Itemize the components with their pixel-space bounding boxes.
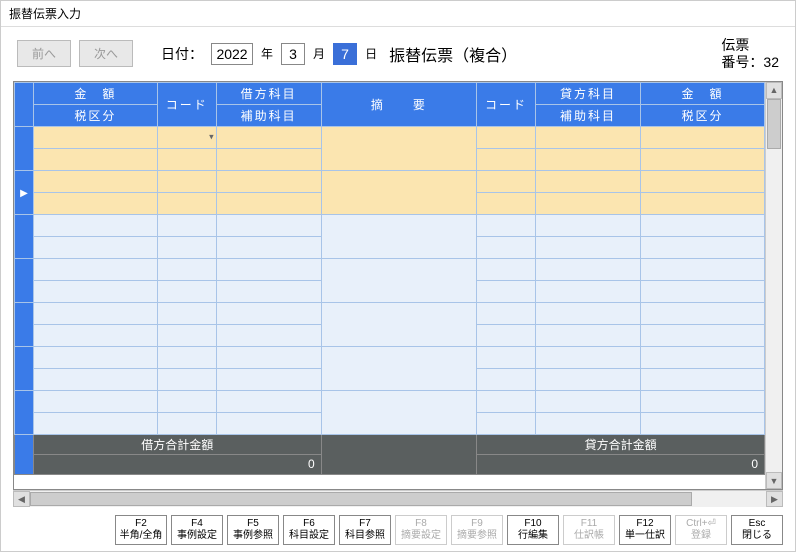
fkey-f10[interactable]: F10行編集	[507, 515, 559, 545]
toolbar: 前へ 次へ 日付： 年 月 日 振替伝票（複合） 伝票 番号：32	[1, 27, 795, 81]
day-unit: 日	[365, 45, 377, 62]
day-input[interactable]	[333, 43, 357, 65]
scroll-left-icon[interactable]: ◀	[13, 491, 30, 507]
header-debit-code: コード	[157, 82, 216, 126]
cell-credit-tax[interactable]	[640, 148, 764, 170]
credit-total-value: 0	[477, 454, 765, 474]
table-row[interactable]	[15, 214, 765, 236]
voucher-number: 伝票 番号：32	[721, 37, 779, 71]
header-credit-subject: 貸方科目	[535, 82, 640, 104]
debit-total-label: 借方合計金額	[33, 434, 321, 454]
function-keys: F2半角/全角F4事例設定F5事例参照F6科目設定F7科目参照F8摘要設定F9摘…	[1, 507, 795, 551]
horizontal-scrollbar[interactable]: ◀ ▶	[13, 490, 783, 507]
cell-credit-subject[interactable]	[535, 126, 640, 148]
cell-credit-code2[interactable]	[477, 148, 536, 170]
table-row[interactable]: ▶	[15, 170, 765, 192]
row-marker: ▶	[15, 170, 34, 214]
table-row[interactable]: ▾	[15, 126, 765, 148]
date-label: 日付：	[161, 44, 203, 64]
scroll-thumb[interactable]	[767, 99, 781, 149]
month-unit: 月	[313, 45, 325, 62]
fkey-f7[interactable]: F7科目参照	[339, 515, 391, 545]
row-marker	[15, 126, 34, 170]
cell-summary[interactable]	[321, 126, 476, 170]
scroll-up-icon[interactable]: ▲	[766, 82, 782, 99]
entry-table: 金 額 コード 借方科目 摘 要 コード 貸方科目 金 額 税区分 補助科目 補…	[14, 82, 765, 475]
header-debit-subject: 借方科目	[216, 82, 321, 104]
grid: 金 額 コード 借方科目 摘 要 コード 貸方科目 金 額 税区分 補助科目 補…	[13, 81, 783, 490]
fkey-f11: F11仕訳帳	[563, 515, 615, 545]
fkey-f4[interactable]: F4事例設定	[171, 515, 223, 545]
cell-credit-sub[interactable]	[535, 148, 640, 170]
empty-rows	[15, 214, 765, 434]
cell-debit-code2[interactable]	[157, 148, 216, 170]
cell-debit-code[interactable]: ▾	[157, 126, 216, 148]
vertical-scrollbar[interactable]: ▲ ▼	[765, 82, 782, 489]
debit-total-value: 0	[33, 454, 321, 474]
month-input[interactable]	[281, 43, 305, 65]
year-input[interactable]	[211, 43, 253, 65]
prev-button[interactable]: 前へ	[17, 40, 71, 67]
fkey-f8: F8摘要設定	[395, 515, 447, 545]
header-marker	[15, 82, 34, 126]
cell-debit-amount[interactable]	[33, 126, 157, 148]
scroll-right-icon[interactable]: ▶	[766, 491, 783, 507]
header-debit-sub: 補助科目	[216, 104, 321, 126]
header-debit-amount: 金 額	[33, 82, 157, 104]
totals: 借方合計金額 貸方合計金額 0 0	[15, 434, 765, 474]
cell-debit-tax[interactable]	[33, 148, 157, 170]
cell-credit-amount[interactable]	[640, 126, 764, 148]
header-credit-amount: 金 額	[640, 82, 764, 104]
header-debit-tax: 税区分	[33, 104, 157, 126]
table-row[interactable]	[15, 302, 765, 324]
fkey-ctrl: Ctrl+⏎登録	[675, 515, 727, 545]
header-credit-tax: 税区分	[640, 104, 764, 126]
fkey-f12[interactable]: F12単一仕訳	[619, 515, 671, 545]
header-credit-code: コード	[477, 82, 536, 126]
fkey-f9: F9摘要参照	[451, 515, 503, 545]
cell-debit-sub[interactable]	[216, 148, 321, 170]
fkey-f6[interactable]: F6科目設定	[283, 515, 335, 545]
header-summary: 摘 要	[321, 82, 476, 126]
fkey-f5[interactable]: F5事例参照	[227, 515, 279, 545]
voucher-type: 振替伝票（複合）	[389, 42, 517, 66]
current-row-icon: ▶	[20, 188, 28, 199]
next-button[interactable]: 次へ	[79, 40, 133, 67]
table-row[interactable]	[15, 258, 765, 280]
table-row[interactable]	[15, 390, 765, 412]
fkey-esc[interactable]: Esc閉じる	[731, 515, 783, 545]
credit-total-label: 貸方合計金額	[477, 434, 765, 454]
scroll-down-icon[interactable]: ▼	[766, 472, 782, 489]
header-credit-sub: 補助科目	[535, 104, 640, 126]
cell-credit-code[interactable]	[477, 126, 536, 148]
cell-debit-subject[interactable]	[216, 126, 321, 148]
window-title: 振替伝票入力	[1, 1, 795, 27]
main-window: 振替伝票入力 前へ 次へ 日付： 年 月 日 振替伝票（複合） 伝票 番号：32	[0, 0, 796, 552]
year-unit: 年	[261, 45, 273, 62]
chevron-down-icon: ▾	[209, 132, 214, 143]
fkey-f2[interactable]: F2半角/全角	[115, 515, 167, 545]
table-row[interactable]	[15, 346, 765, 368]
hscroll-thumb[interactable]	[30, 492, 692, 506]
entry-rows: ▾	[15, 126, 765, 214]
